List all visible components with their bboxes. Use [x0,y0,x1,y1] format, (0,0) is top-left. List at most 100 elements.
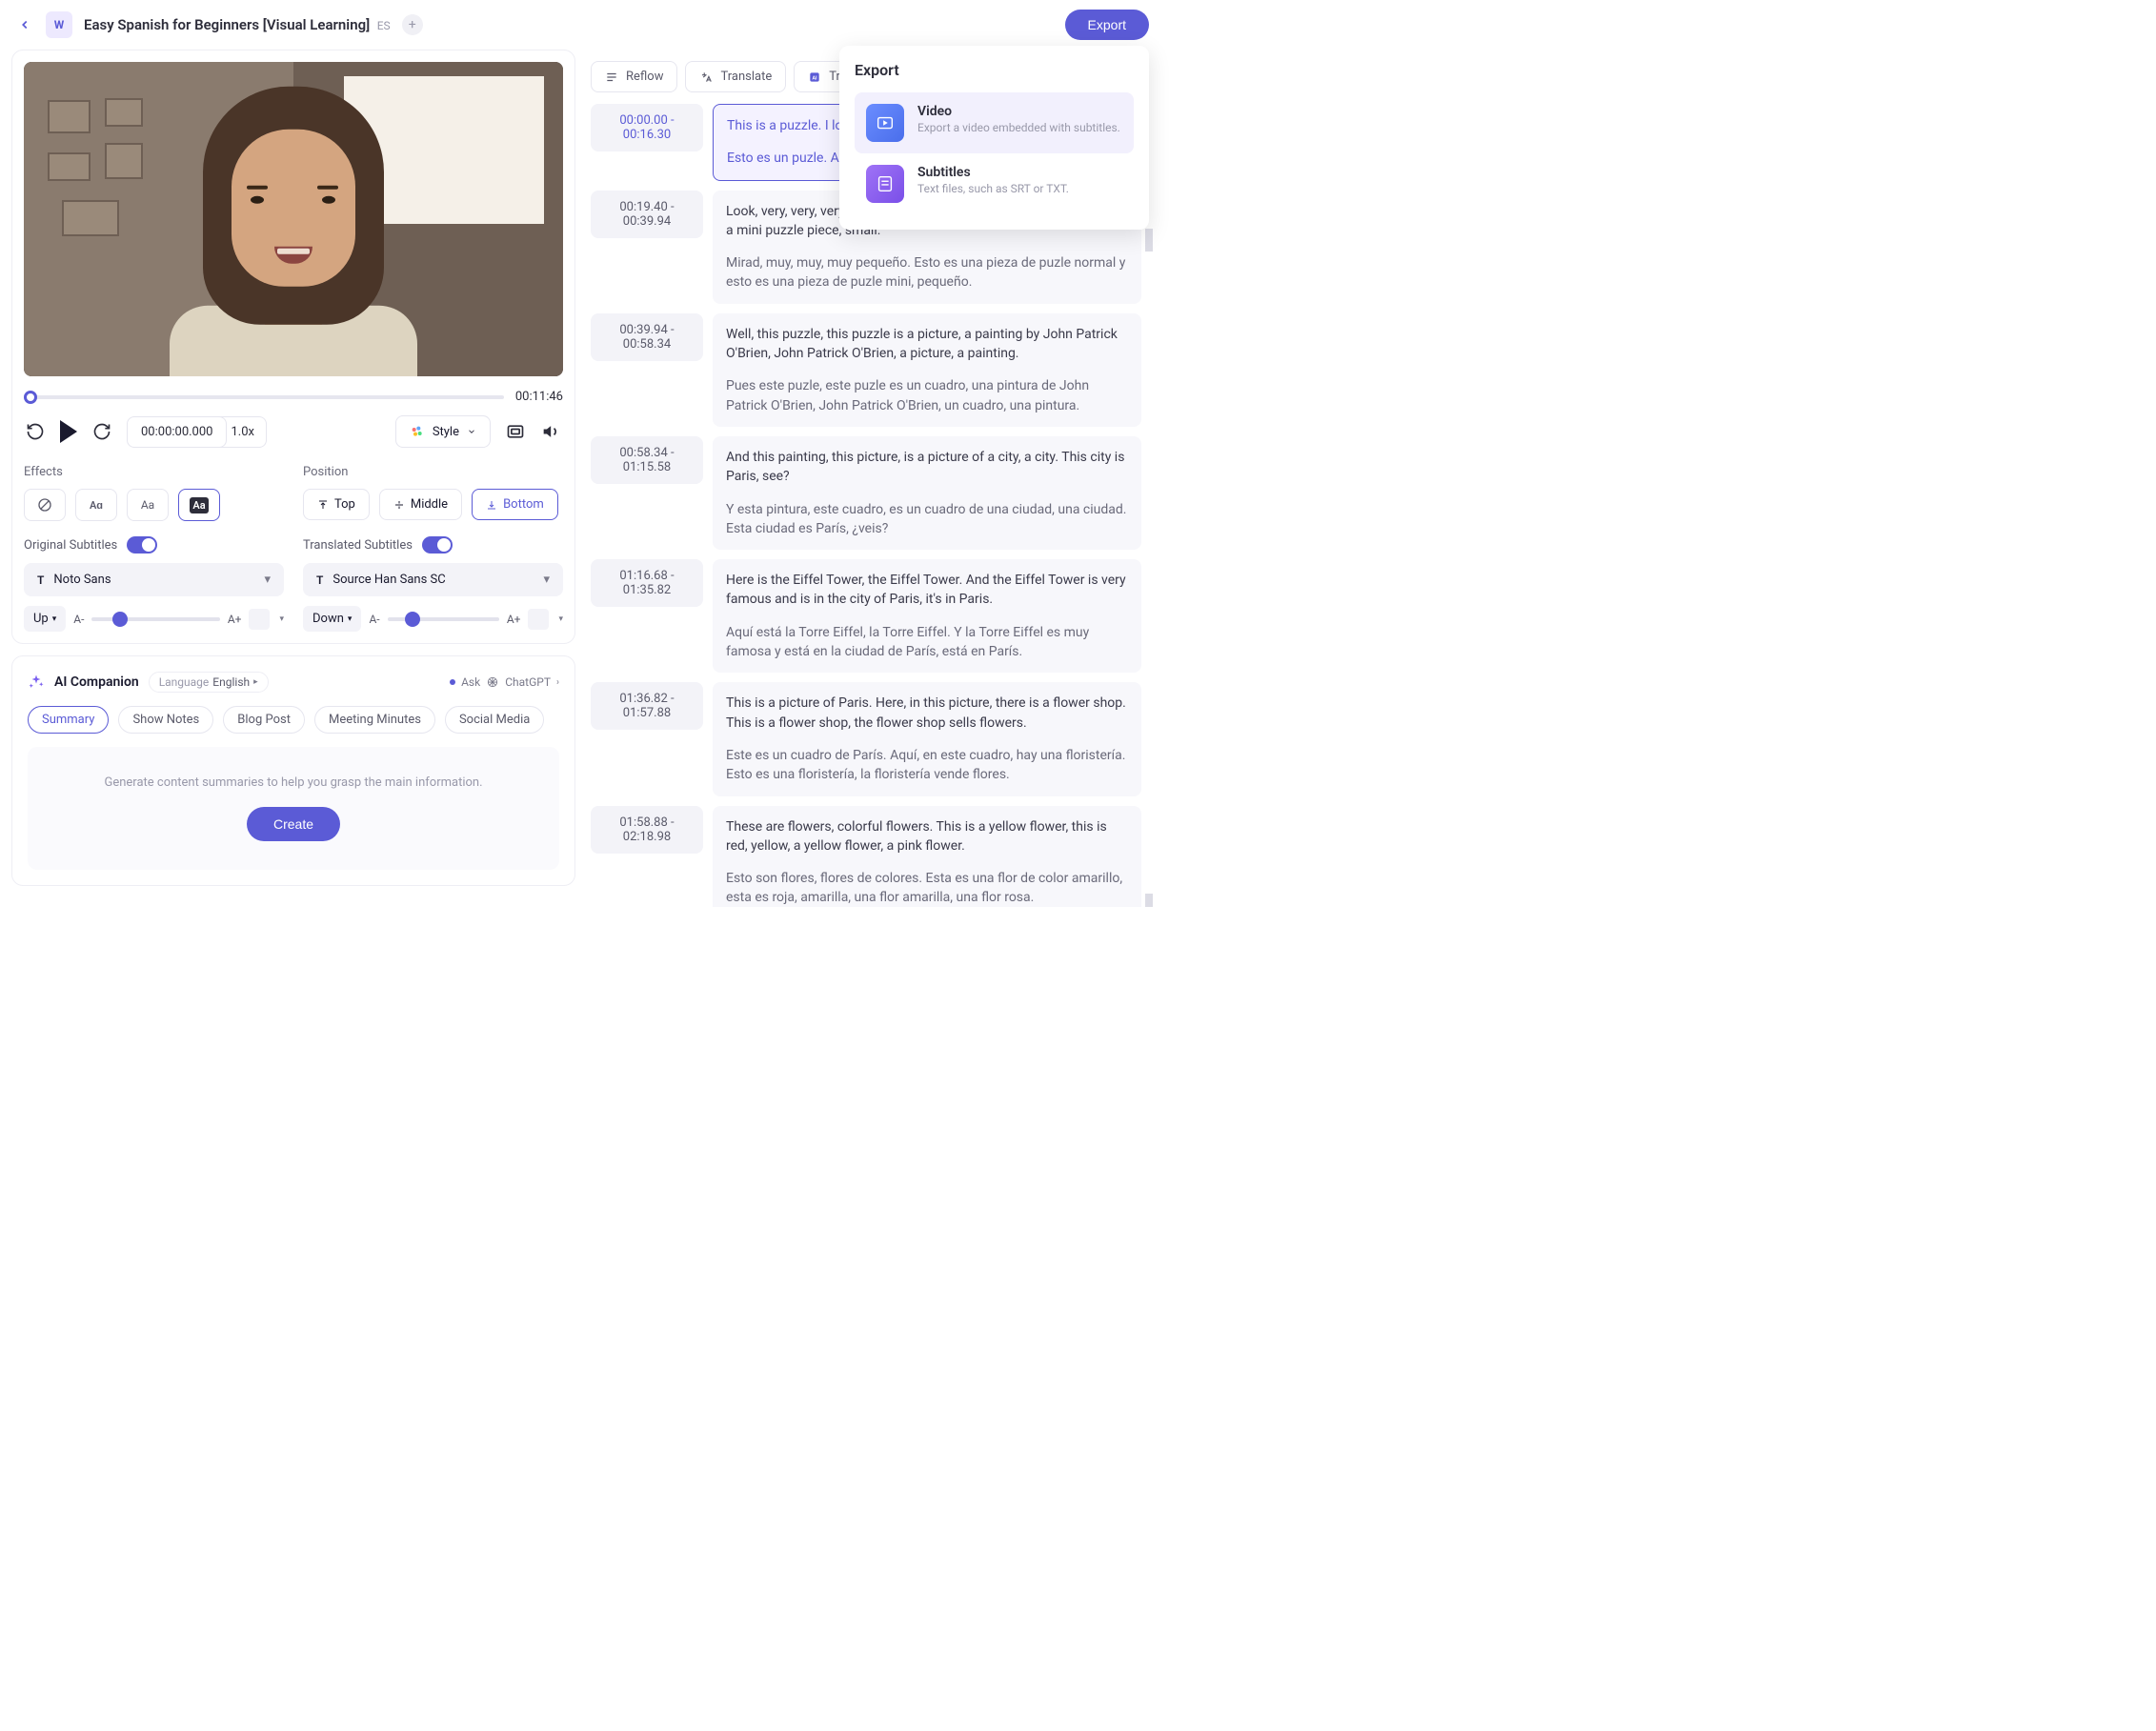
segment-body: This is a picture of Paris. Here, in thi… [713,682,1141,795]
ai-language-select[interactable]: Language English ▸ [149,672,269,693]
original-color-swatch[interactable] [249,609,270,630]
segment-original-text: Well, this puzzle, this puzzle is a pict… [726,325,1128,364]
chevron-down-icon [467,427,476,436]
segment-translated-text: Esto son flores, flores de colores. Esta… [726,869,1128,907]
subtitles-icon [866,165,904,203]
segment-time: 01:58.88 - 02:18.98 [591,806,703,854]
segment-translated-text: Aquí está la Torre Eiffel, la Torre Eiff… [726,623,1128,662]
progress-bar[interactable] [24,395,504,399]
position-top[interactable]: Top [303,489,370,520]
ai-tab-blog-post[interactable]: Blog Post [223,706,305,734]
chevron-down-icon: ▾ [264,573,271,587]
effect-outline[interactable]: Aɑ [75,489,117,521]
translated-subtitles-toggle[interactable] [422,536,453,554]
export-option-subtitles[interactable]: Subtitles Text files, such as SRT or TXT… [855,153,1134,214]
effect-box[interactable]: Aa [178,489,220,521]
segment-body: Here is the Eiffel Tower, the Eiffel Tow… [713,559,1141,673]
align-bottom-icon [486,499,497,511]
ai-ask-button[interactable]: Ask ChatGPT › [450,675,559,689]
ai-tab-show-notes[interactable]: Show Notes [118,706,213,734]
scrollbar[interactable] [1145,126,1153,888]
video-icon [866,104,904,142]
translated-subtitles-label: Translated Subtitles [303,538,413,553]
sparkle-icon [28,674,45,691]
translate-icon [699,70,713,84]
svg-text:AI: AI [813,75,818,81]
segment-time: 01:16.68 - 01:35.82 [591,559,703,607]
video-preview[interactable] [24,62,563,376]
video-panel: 00:11:46 00:00:00.000 1.0x [11,50,575,644]
forward-button[interactable] [91,420,113,443]
tab-translate[interactable]: Translate [685,61,786,92]
transcript-segment[interactable]: 01:58.88 - 02:18.98 These are flowers, co… [591,806,1141,907]
style-dropdown[interactable]: Style [395,415,491,448]
transcript-segment[interactable]: 00:39.94 - 00:58.34 Well, this puzzle, th… [591,313,1141,427]
effects-label: Effects [24,465,284,479]
position-bottom[interactable]: Bottom [472,489,558,520]
transcript-segment[interactable]: 01:36.82 - 01:57.88 This is a picture of … [591,682,1141,795]
outline-aa-icon: Aɑ [90,499,103,512]
ai-create-button[interactable]: Create [247,807,340,841]
none-icon [37,497,52,513]
ai-tab-meeting-minutes[interactable]: Meeting Minutes [314,706,435,734]
timecode-field[interactable]: 00:00:00.000 [127,416,227,448]
page-title: Easy Spanish for Beginners [Visual Learn… [84,16,391,33]
project-icon: W [46,11,72,38]
segment-body: And this painting, this picture, is a pi… [713,436,1141,550]
play-button[interactable] [60,420,77,443]
segment-time: 00:00.00 - 00:16.30 [591,104,703,151]
fullscreen-button[interactable] [504,420,527,443]
original-font-select[interactable]: T Noto Sans ▾ [24,563,284,596]
effect-plain[interactable]: Aa [127,489,169,521]
font-icon: T [316,574,323,587]
segment-time: 00:19.40 - 00:39.94 [591,191,703,238]
segment-translated-text: Mirad, muy, muy, muy pequeño. Esto es un… [726,253,1128,292]
position-middle[interactable]: Middle [379,489,462,520]
font-icon: T [37,574,44,587]
ai-companion-title: AI Companion [54,674,139,690]
segment-body: These are flowers, colorful flowers. Thi… [713,806,1141,907]
segment-translated-text: Y esta pintura, este cuadro, es un cuadr… [726,500,1128,539]
transcript-segment[interactable]: 00:58.34 - 01:15.58And this painting, th… [591,436,1141,550]
original-subtitles-toggle[interactable] [127,536,157,554]
segment-translated-text: Pues este puzle, este puzle es un cuadro… [726,376,1128,415]
volume-button[interactable] [540,420,563,443]
openai-icon [486,675,499,689]
rewind-button[interactable] [24,420,47,443]
tab-reflow[interactable]: Reflow [591,61,677,92]
transcript-segment[interactable]: 01:16.68 - 01:35.82 Here is the Eiffel To… [591,559,1141,673]
segment-time: 00:39.94 - 00:58.34 [591,313,703,361]
ai-tab-social-media[interactable]: Social Media [445,706,544,734]
original-size-slider[interactable] [91,617,219,621]
segment-original-text: This is a picture of Paris. Here, in thi… [726,694,1128,733]
segment-original-text: These are flowers, colorful flowers. Thi… [726,817,1128,856]
ai-badge-icon: AI [808,70,821,84]
ai-companion-panel: AI Companion Language English ▸ Ask Chat… [11,655,575,886]
segment-original-text: Here is the Eiffel Tower, the Eiffel Tow… [726,571,1128,610]
align-top-icon [317,499,329,511]
align-middle-icon [393,499,405,511]
effect-none[interactable] [24,489,66,521]
original-subtitles-label: Original Subtitles [24,538,117,553]
add-button[interactable]: + [402,14,423,35]
translated-size-slider[interactable] [388,617,499,621]
translated-font-select[interactable]: T Source Han Sans SC ▾ [303,563,563,596]
translated-color-swatch[interactable] [528,609,549,630]
position-label: Position [303,465,563,479]
export-popover: Export Video Export a video embedded wit… [839,46,1149,230]
export-popover-title: Export [855,61,1134,79]
ai-description: Generate content summaries to help you g… [47,775,540,790]
ai-tab-summary[interactable]: Summary [28,706,109,734]
progress-thumb[interactable] [24,391,37,404]
segment-translated-text: Este es un cuadro de París. Aquí, en est… [726,746,1128,785]
plain-aa-icon: Aa [141,498,154,512]
original-direction-select[interactable]: Up▾ [24,606,66,632]
translated-direction-select[interactable]: Down▾ [303,606,361,632]
export-option-video[interactable]: Video Export a video embedded with subti… [855,92,1134,153]
export-button[interactable]: Export [1065,10,1149,40]
segment-original-text: And this painting, this picture, is a pi… [726,448,1128,487]
chevron-down-icon: ▾ [543,573,550,587]
playback-speed[interactable]: 1.0x [219,416,267,448]
back-button[interactable] [15,15,34,34]
segment-time: 01:36.82 - 01:57.88 [591,682,703,730]
